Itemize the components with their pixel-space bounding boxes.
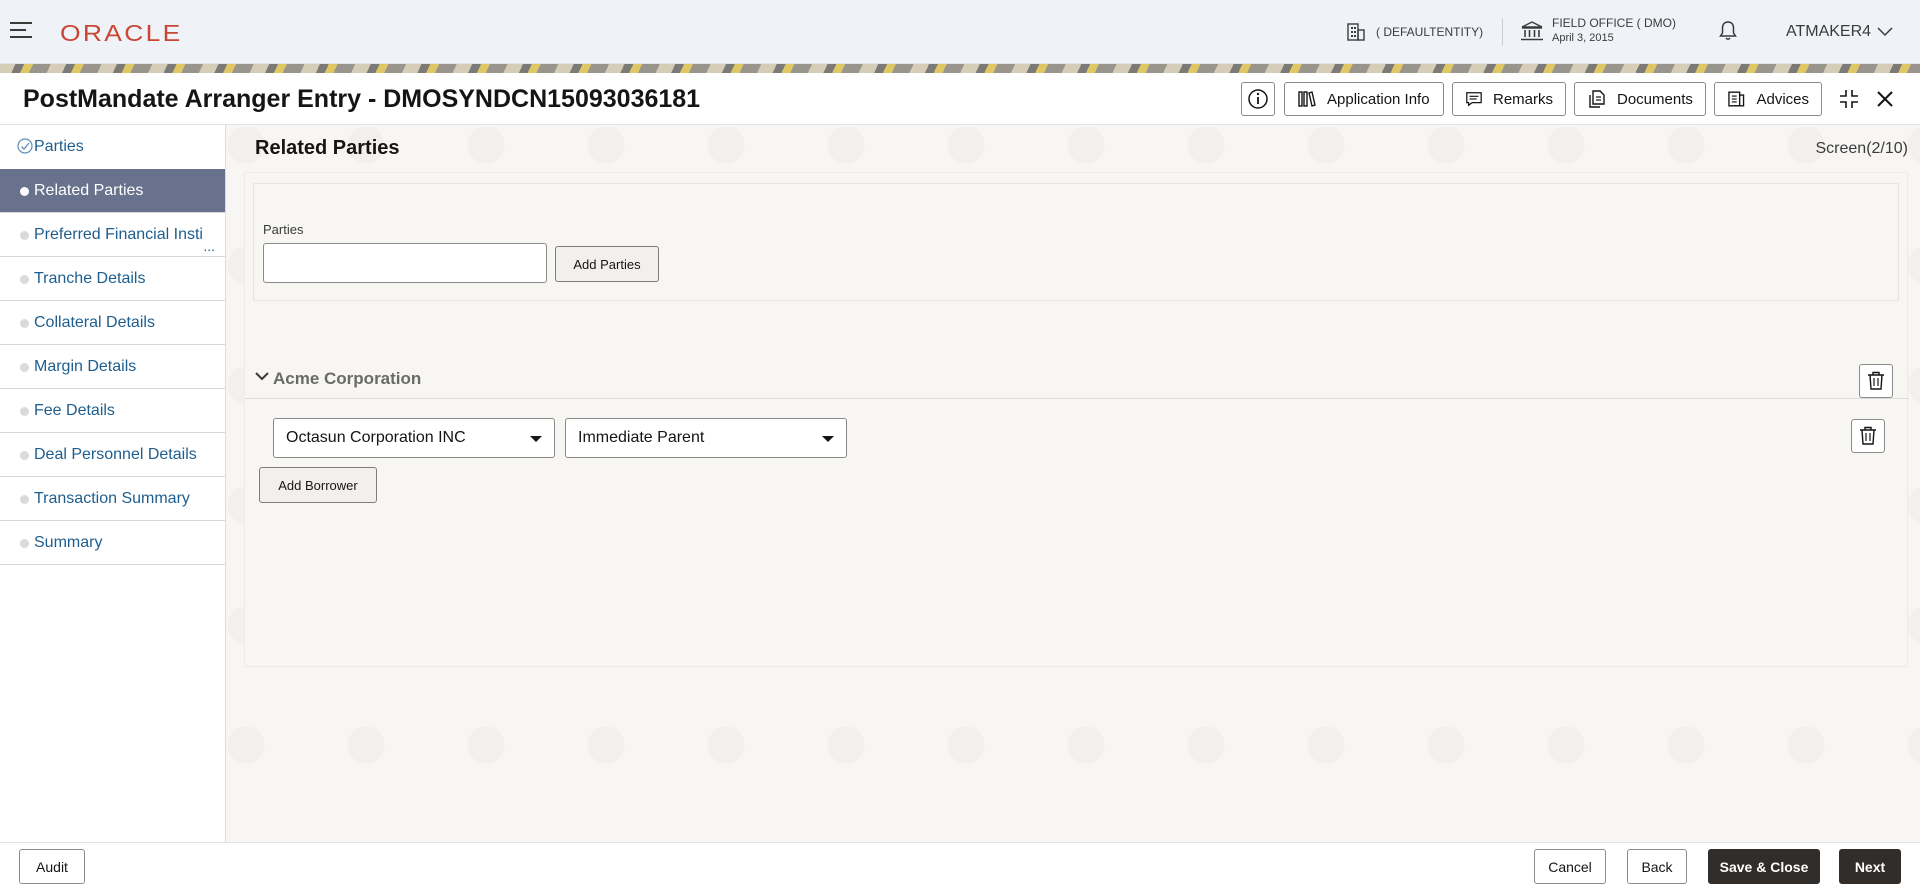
related-party-value: Octasun Corporation INC [286, 429, 466, 446]
user-name: ATMAKER4 [1786, 23, 1872, 40]
remarks-button[interactable]: Remarks [1452, 82, 1566, 116]
section-title: Related Parties [255, 137, 400, 159]
nav-item-collateral-details[interactable]: Collateral Details [0, 301, 225, 345]
remarks-label: Remarks [1492, 90, 1553, 108]
building-icon [1347, 23, 1365, 41]
application-info-label: Application Info [1327, 90, 1430, 108]
application-info-button[interactable]: Application Info [1284, 82, 1444, 116]
parties-input-group: Parties Add Parties [253, 183, 1899, 301]
nav-item-tranche-details[interactable]: Tranche Details [0, 257, 225, 301]
advices-label: Advices [1756, 90, 1809, 108]
info-icon [1248, 89, 1268, 109]
trash-icon [1860, 426, 1876, 445]
office-date: April 3, 2015 [1552, 32, 1614, 44]
nav-item-label: Collateral Details [34, 313, 155, 331]
trash-icon [1868, 371, 1884, 390]
top-header: ORACLE ( DEFAULTENTITY) FIELD OFFICE ( D… [0, 0, 1920, 64]
entity-label: ( DEFAULTENTITY) [1376, 25, 1484, 39]
nav-item-label: Fee Details [34, 401, 115, 419]
fullscreen-collapse-icon[interactable] [1838, 88, 1860, 110]
overflow-ellipsis: ... [203, 238, 215, 254]
delete-relation-button[interactable] [1851, 419, 1885, 453]
nav-item-label: Margin Details [34, 357, 137, 375]
nav-item-label: Tranche Details [34, 269, 146, 287]
documents-label: Documents [1617, 90, 1693, 108]
nav-item-related-parties[interactable]: Related Parties [0, 169, 225, 213]
nav-step-dot [20, 231, 29, 240]
comment-icon [1466, 92, 1482, 107]
nav-step-dot [20, 539, 29, 548]
add-borrower-button[interactable]: Add Borrower [259, 467, 377, 503]
oracle-logo: ORACLE [60, 20, 183, 46]
delete-party-button[interactable] [1859, 364, 1893, 398]
dropdown-caret-icon [530, 436, 542, 442]
audit-button[interactable]: Audit [19, 849, 85, 884]
title-bar: PostMandate Arranger Entry - DMOSYNDCN15… [0, 73, 1920, 125]
screen-counter: Screen(2/10) [1815, 140, 1909, 157]
nav-step-dot [20, 407, 29, 416]
nav-item-label: Preferred Financial Insti [34, 225, 203, 243]
parties-label: Parties [263, 222, 304, 237]
advices-button[interactable]: Advices [1714, 82, 1822, 116]
relationship-type-select[interactable]: Immediate Parent [565, 418, 847, 458]
nav-step-dot [20, 495, 29, 504]
save-and-close-button[interactable]: Save & Close [1708, 849, 1820, 884]
advices-icon [1728, 91, 1745, 107]
train-stop-navigation: Parties Related Parties Preferred Financ… [0, 125, 226, 842]
next-button[interactable]: Next [1839, 849, 1901, 884]
nav-item-deal-personnel-details[interactable]: Deal Personnel Details [0, 433, 225, 477]
bank-icon [1521, 20, 1543, 40]
nav-item-margin-details[interactable]: Margin Details [0, 345, 225, 389]
nav-step-dot [20, 451, 29, 460]
library-icon [1298, 91, 1316, 107]
add-parties-button[interactable]: Add Parties [555, 246, 659, 282]
nav-item-parties[interactable]: Parties [0, 125, 225, 169]
nav-item-fee-details[interactable]: Fee Details [0, 389, 225, 433]
chevron-down-icon[interactable] [255, 371, 269, 381]
back-button[interactable]: Back [1627, 849, 1687, 884]
nav-step-dot [20, 275, 29, 284]
info-button[interactable] [1241, 82, 1275, 116]
main-content: Related Parties Screen(2/10) Parties Add… [226, 125, 1920, 842]
entity-selector[interactable]: ( DEFAULTENTITY) [1346, 22, 1483, 42]
nav-item-label: Parties [34, 138, 84, 155]
nav-item-label: Deal Personnel Details [34, 445, 197, 463]
accordion-title: Acme Corporation [273, 369, 422, 388]
nav-step-dot [20, 363, 29, 372]
dropdown-caret-icon [822, 436, 834, 442]
footer-bar: Audit Cancel Back Save & Close Next [0, 842, 1920, 887]
documents-button[interactable]: Documents [1574, 82, 1706, 116]
decorative-banner [0, 64, 1920, 73]
hamburger-menu-icon[interactable] [10, 22, 34, 40]
nav-step-dot [20, 319, 29, 328]
notification-bell-icon[interactable] [1718, 20, 1738, 42]
cancel-button[interactable]: Cancel [1534, 849, 1606, 884]
related-parties-panel: Parties Add Parties Acme Corporation Oct… [244, 172, 1909, 667]
nav-item-summary[interactable]: Summary [0, 521, 225, 565]
page-title: PostMandate Arranger Entry - DMOSYNDCN15… [23, 85, 701, 113]
office-selector[interactable]: FIELD OFFICE ( DMO) April 3, 2015 [1520, 16, 1676, 45]
check-circle-icon [17, 138, 33, 154]
documents-icon [1589, 90, 1605, 108]
nav-item-label: Transaction Summary [34, 489, 190, 507]
relationship-type-value: Immediate Parent [578, 429, 705, 446]
related-party-select[interactable]: Octasun Corporation INC [273, 418, 555, 458]
nav-step-dot [20, 187, 29, 196]
nav-item-label: Related Parties [34, 181, 144, 199]
header-divider [1502, 18, 1503, 46]
office-name: FIELD OFFICE ( DMO) [1552, 16, 1676, 30]
accordion-header-acme-corporation[interactable]: Acme Corporation [245, 361, 1909, 399]
nav-item-transaction-summary[interactable]: Transaction Summary [0, 477, 225, 521]
chevron-down-icon [1877, 27, 1893, 37]
nav-item-preferred-financial-institution[interactable]: Preferred Financial Insti ... [0, 213, 225, 257]
close-icon[interactable] [1874, 88, 1896, 110]
nav-item-label: Summary [34, 533, 103, 551]
user-menu[interactable]: ATMAKER4 [1786, 23, 1893, 41]
parties-input[interactable] [263, 243, 547, 283]
